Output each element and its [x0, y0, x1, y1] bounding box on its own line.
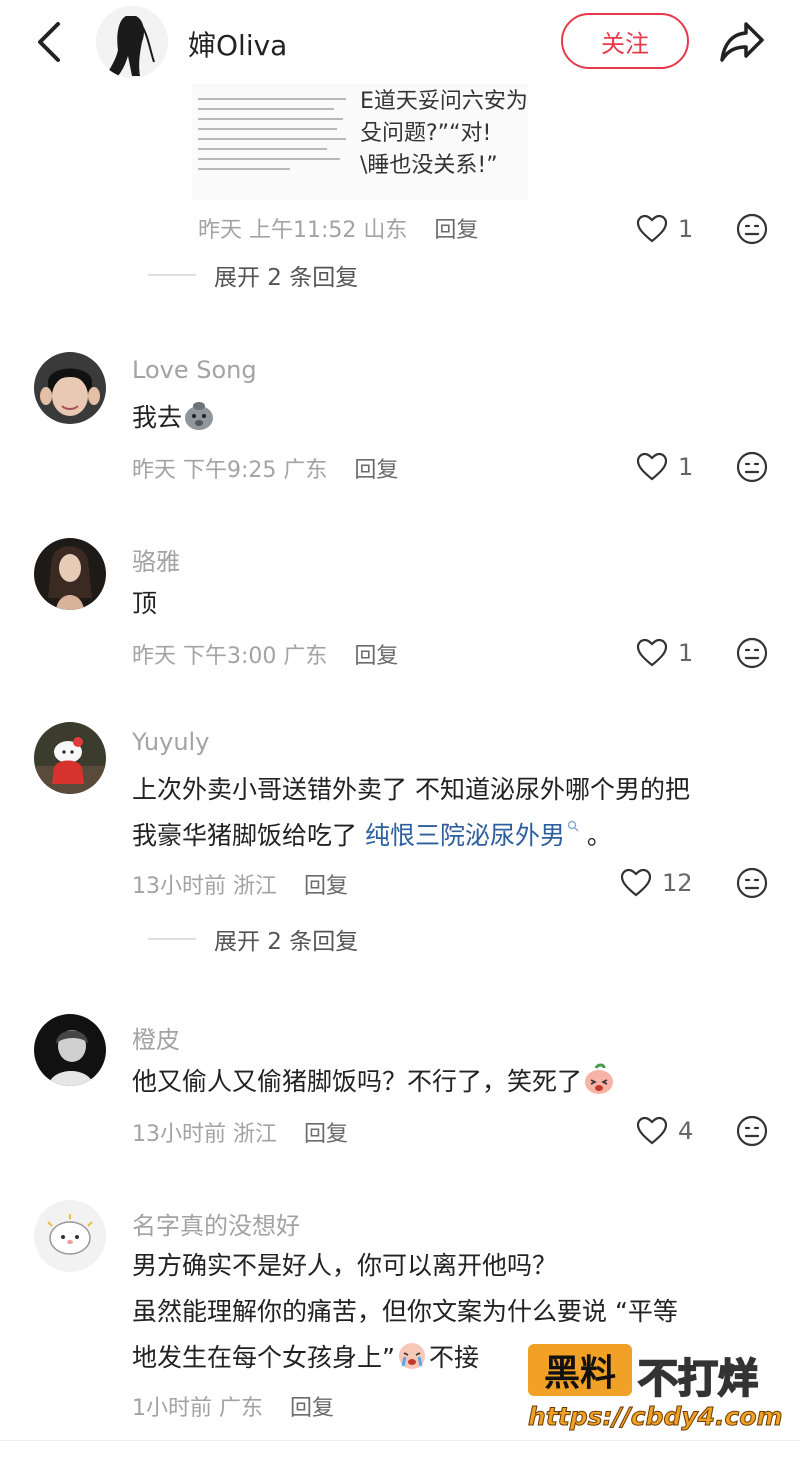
- watermark-badge: 黑料: [528, 1344, 632, 1396]
- comment-body: 顶: [132, 589, 158, 618]
- comment-location: 广东: [283, 458, 328, 483]
- emoji-reaction-icon[interactable]: [736, 451, 768, 483]
- expand-replies-label: 展开 2 条回复: [214, 265, 359, 291]
- laughing-peach-sticker-icon: [585, 1063, 614, 1094]
- comment-body: 地发生在每个女孩身上”: [132, 1343, 395, 1372]
- expand-replies-button[interactable]: 展开 2 条回复: [148, 922, 358, 956]
- expand-divider: [148, 274, 196, 276]
- expand-replies-button[interactable]: 展开 2 条回复: [148, 258, 358, 292]
- comment-time: 13小时前: [132, 874, 226, 899]
- reply-button[interactable]: 回复: [304, 874, 348, 899]
- watermark-text: 不打烊: [637, 1355, 759, 1403]
- like-button[interactable]: 12: [620, 867, 693, 899]
- reply-button[interactable]: 回复: [304, 1122, 348, 1147]
- commenter-name[interactable]: 橙皮: [132, 1020, 180, 1055]
- comment-meta: 13小时前 浙江 回复: [132, 1116, 348, 1148]
- like-count: 12: [662, 869, 693, 897]
- comment-body: 不接: [428, 1343, 479, 1372]
- comment-meta: 昨天 下午3:00 广东 回复: [132, 638, 398, 670]
- image-text-right: E道天妥问六安为 殳问题?”“对! \睡也没关系!”: [360, 84, 528, 200]
- comment-meta: 昨天 上午11:52 山东 回复: [198, 212, 478, 244]
- image-line: E道天妥问六安为: [360, 89, 528, 114]
- like-button[interactable]: 1: [636, 637, 693, 669]
- share-arrow-icon[interactable]: [718, 18, 766, 64]
- author-name[interactable]: 婶Oliva: [188, 24, 287, 64]
- comment-location: 广东: [283, 644, 328, 669]
- sticker-icon: [185, 402, 214, 430]
- comment-body: 他又偷人又偷猪脚饭吗？不行了，笑死了: [132, 1067, 583, 1096]
- like-count: 1: [678, 215, 694, 243]
- comment-text-line: 虽然能理解你的痛苦，但你文案为什么要说 “平等: [132, 1297, 678, 1326]
- reply-button[interactable]: 回复: [290, 1396, 334, 1421]
- emoji-reaction-icon[interactable]: [736, 637, 768, 669]
- commenter-avatar[interactable]: [34, 1200, 106, 1272]
- bottom-divider: [0, 1440, 800, 1441]
- commenter-name[interactable]: 骆雅: [132, 542, 180, 577]
- comment-text: 他又偷人又偷猪脚饭吗？不行了，笑死了: [132, 1060, 616, 1104]
- comment-text: 我去: [132, 396, 216, 440]
- commenter-name[interactable]: 名字真的没想好: [132, 1206, 300, 1241]
- comment-body: 我去: [132, 403, 183, 432]
- commenter-name[interactable]: Love Song: [132, 356, 257, 384]
- watermark-url: https://cbdy4.com: [528, 1402, 784, 1432]
- heart-icon: [636, 1116, 668, 1145]
- heart-icon: [620, 868, 652, 897]
- follow-button[interactable]: 关注: [561, 13, 689, 69]
- like-button[interactable]: 4: [636, 1115, 693, 1147]
- comment-location: 山东: [363, 218, 408, 243]
- commenter-avatar[interactable]: [34, 1014, 106, 1086]
- like-count: 1: [678, 639, 694, 667]
- comment-body: 。: [578, 821, 612, 850]
- chevron-left-icon[interactable]: [30, 18, 70, 66]
- image-text-lines: [192, 84, 356, 200]
- comment-location: 浙江: [233, 874, 278, 899]
- like-count: 1: [678, 453, 694, 481]
- comment-body: 我豪华猪脚饭给吃了: [132, 821, 365, 850]
- commenter-avatar[interactable]: [34, 352, 106, 424]
- comment-time: 13小时前: [132, 1122, 226, 1147]
- like-button[interactable]: 1: [636, 451, 693, 483]
- topic-link[interactable]: 纯恨三院泌尿外男: [365, 821, 565, 850]
- comment-text-line: 男方确实不是好人，你可以离开他吗？: [132, 1251, 558, 1280]
- image-line: 殳问题?”“对!: [360, 121, 492, 146]
- emoji-reaction-icon[interactable]: [736, 213, 768, 245]
- author-avatar[interactable]: [96, 6, 168, 78]
- site-watermark: 黑料 不打烊 https://cbdy4.com: [528, 1344, 788, 1440]
- comment-meta: 1小时前 广东 回复: [132, 1390, 334, 1422]
- comment-meta: 昨天 下午9:25 广东 回复: [132, 452, 398, 484]
- comment-text-line: 地发生在每个女孩身上” 不接: [132, 1336, 479, 1380]
- like-button[interactable]: 1: [636, 213, 693, 245]
- comment-time: 1小时前: [132, 1396, 212, 1421]
- comment-time: 昨天 下午3:00: [132, 644, 277, 669]
- heart-icon: [636, 638, 668, 667]
- expand-divider: [148, 938, 196, 940]
- search-icon: [567, 820, 579, 832]
- reply-button[interactable]: 回复: [354, 458, 398, 483]
- emoji-reaction-icon[interactable]: [736, 1115, 768, 1147]
- comment-location: 浙江: [233, 1122, 278, 1147]
- commenter-avatar[interactable]: [34, 538, 106, 610]
- commenter-avatar[interactable]: [34, 722, 106, 794]
- image-line: \睡也没关系!”: [360, 153, 498, 178]
- comment-location: 广东: [219, 1396, 264, 1421]
- comment-time: 昨天 上午11:52: [198, 218, 357, 243]
- reply-button[interactable]: 回复: [434, 218, 478, 243]
- like-count: 4: [678, 1117, 694, 1145]
- heart-icon: [636, 452, 668, 481]
- top-bar: 婶Oliva 关注: [0, 0, 800, 84]
- comment-text-line: 我豪华猪脚饭给吃了 纯恨三院泌尿外男 。: [132, 814, 612, 858]
- comment-time: 昨天 下午9:25: [132, 458, 277, 483]
- crying-sticker-icon: [398, 1343, 425, 1369]
- comment-image-thumbnail[interactable]: E道天妥问六安为 殳问题?”“对! \睡也没关系!”: [192, 84, 528, 200]
- comment-text: 顶: [132, 582, 157, 626]
- comment-text-line: 上次外卖小哥送错外卖了 不知道泌尿外哪个男的把: [132, 775, 690, 804]
- expand-replies-label: 展开 2 条回复: [214, 929, 359, 955]
- heart-icon: [636, 214, 668, 243]
- commenter-name[interactable]: Yuyuly: [132, 728, 209, 756]
- emoji-reaction-icon[interactable]: [736, 867, 768, 899]
- comment-meta: 13小时前 浙江 回复: [132, 868, 348, 900]
- reply-button[interactable]: 回复: [354, 644, 398, 669]
